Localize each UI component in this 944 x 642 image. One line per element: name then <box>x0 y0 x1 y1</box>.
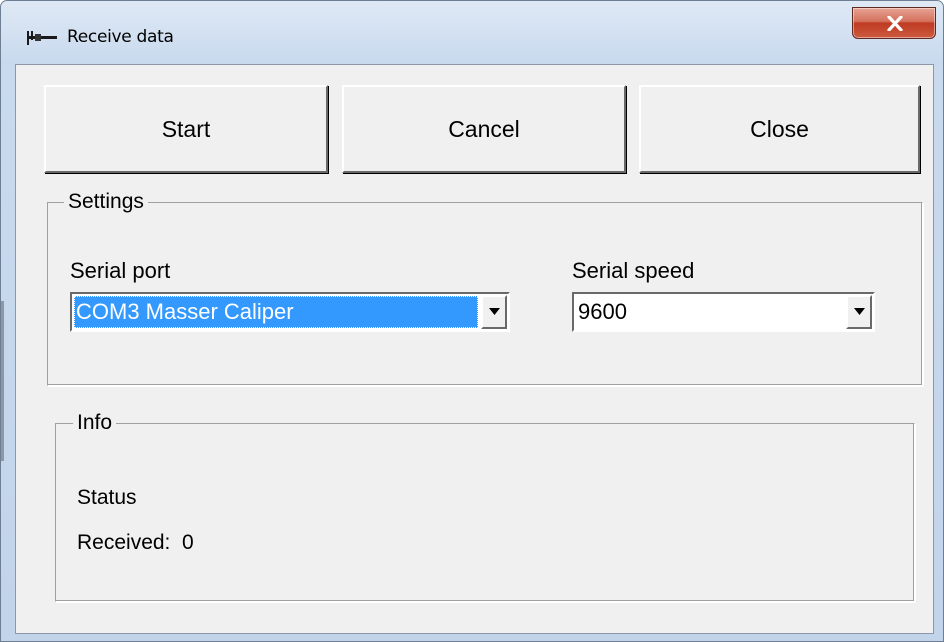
serial-speed-select[interactable]: 9600 <box>572 292 875 332</box>
settings-group: Settings Serial port COM3 Masser Caliper… <box>47 190 923 386</box>
window-title: Receive data <box>67 27 174 47</box>
serial-port-label: Serial port <box>70 258 171 283</box>
chevron-down-icon <box>854 308 865 315</box>
start-button[interactable]: Start <box>44 85 328 173</box>
caliper-icon <box>25 30 59 46</box>
received-count: Received: 0 <box>77 531 194 554</box>
serial-speed-value: 9600 <box>578 299 627 324</box>
close-button[interactable]: Close <box>639 85 920 173</box>
info-legend: Info <box>73 411 117 435</box>
serial-port-value: COM3 Masser Caliper <box>74 296 478 328</box>
cancel-button[interactable]: Cancel <box>342 85 626 173</box>
close-icon <box>887 16 903 31</box>
settings-legend: Settings <box>64 190 148 214</box>
status-text: Status <box>77 486 137 509</box>
serial-port-select[interactable]: COM3 Masser Caliper <box>70 292 510 332</box>
chevron-down-icon <box>489 308 500 315</box>
info-group: Info Status Received: 0 <box>55 411 915 602</box>
serial-port-dropdown-button[interactable] <box>481 295 507 329</box>
dialog-window: Receive data Start Cancel Close Settings… <box>0 0 944 642</box>
title-bar[interactable]: Receive data <box>1 1 943 63</box>
window-close-button[interactable] <box>852 7 936 39</box>
serial-speed-label: Serial speed <box>572 258 695 283</box>
serial-speed-dropdown-button[interactable] <box>846 295 872 329</box>
dialog-client-area: Start Cancel Close Settings Serial port … <box>15 64 934 634</box>
window-edge <box>1 301 4 461</box>
